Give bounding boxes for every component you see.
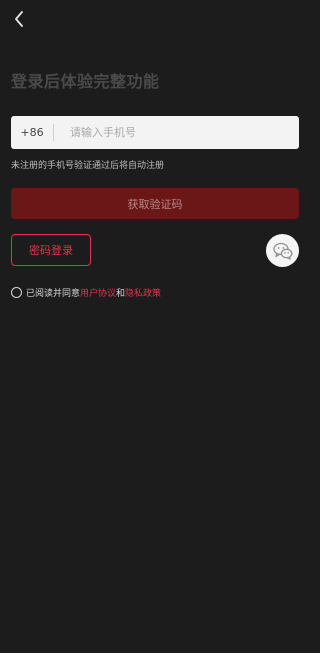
back-button[interactable]: [8, 8, 30, 30]
phone-input[interactable]: [54, 116, 299, 149]
wechat-login-button[interactable]: [266, 234, 299, 267]
auto-register-hint: 未注册的手机号验证通过后将自动注册: [11, 161, 165, 171]
chevron-left-icon: [15, 11, 23, 27]
agreement-row: 已阅读并同意 用户协议 和 隐私政策: [11, 286, 161, 299]
agreement-and: 和: [116, 289, 126, 299]
password-login-button[interactable]: 密码登录: [11, 234, 91, 266]
get-code-button[interactable]: 获取验证码: [11, 188, 299, 219]
phone-input-group: +86: [11, 116, 299, 149]
wechat-icon: [272, 242, 292, 260]
page-title: 登录后体验完整功能: [11, 72, 160, 91]
user-agreement-link[interactable]: 用户协议: [80, 286, 116, 299]
country-code-selector[interactable]: +86: [11, 126, 53, 139]
privacy-policy-link[interactable]: 隐私政策: [125, 286, 161, 299]
agreement-prefix: 已阅读并同意: [26, 289, 81, 299]
agree-checkbox[interactable]: [11, 287, 22, 298]
